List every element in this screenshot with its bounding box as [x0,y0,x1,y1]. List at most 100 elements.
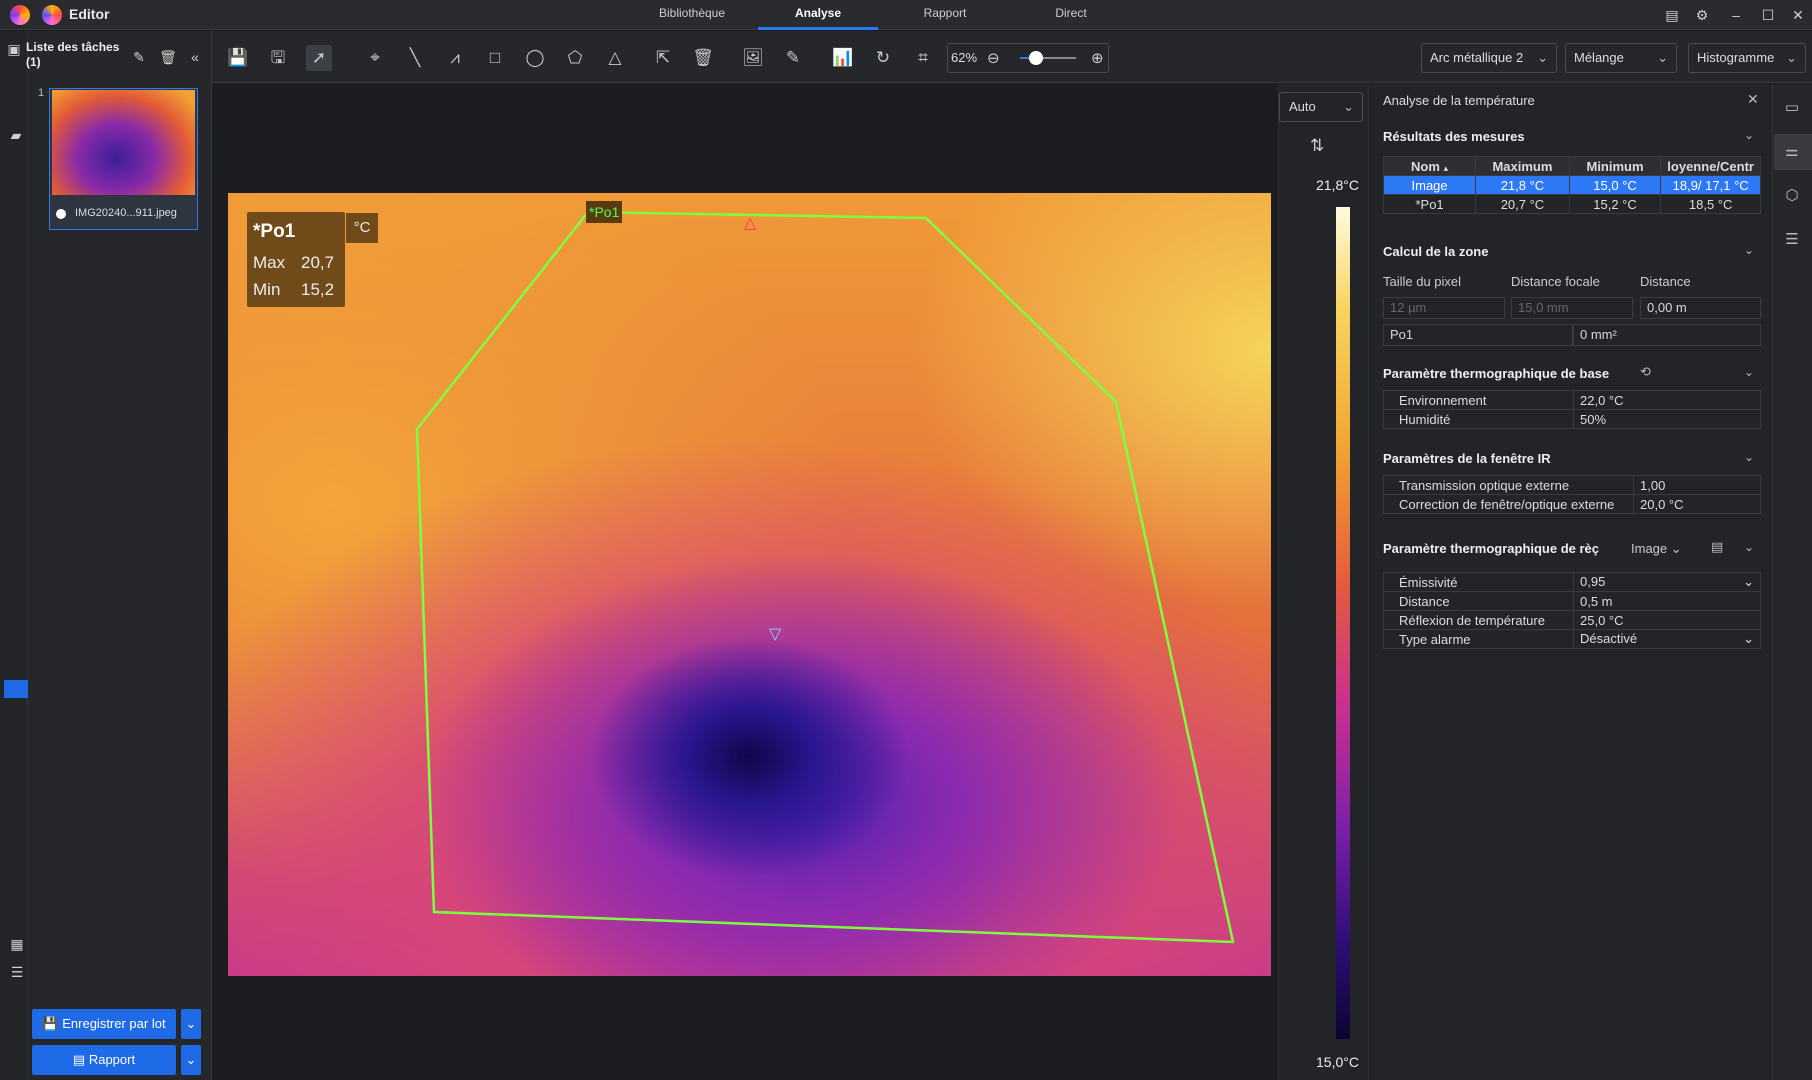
copy-params-icon[interactable]: ▤ [1711,539,1723,555]
zoom-slider-handle[interactable] [1029,51,1043,65]
param-value[interactable]: 0,5 m [1573,591,1761,611]
info-max-value: 20,7 [301,253,335,272]
ellipse-tool-icon[interactable]: ◯ [522,45,548,71]
table-row: Humidité 50% [1383,409,1761,429]
collapse-zone-icon[interactable]: ⌄ [1744,243,1754,257]
table-row: Environnement 22,0 °C [1383,390,1761,410]
tab-analyse[interactable]: Analyse [758,0,878,30]
image-info-icon[interactable]: ▭ [1783,98,1801,116]
delete-shape-icon[interactable]: 🗑 [690,45,716,71]
close-panel-icon[interactable]: ✕ [1747,91,1759,108]
polygon-tool-icon[interactable]: ⬠ [562,45,588,71]
pixel-size-field[interactable]: 12 µm [1383,297,1505,319]
alarm-type-select[interactable]: Désactivé ⌄ [1573,629,1761,649]
param-value[interactable]: 50% [1573,409,1761,429]
unit-label[interactable]: °C [346,213,378,243]
basic-params-title: Paramètre thermographique de base [1383,366,1610,381]
cell-name: *Po1 [1382,194,1477,214]
palette-dropdown[interactable]: Arc métallique 2 ⌄ [1421,43,1557,73]
image-edit-icon[interactable]: 🖼 [740,45,766,71]
table-row[interactable]: *Po1 20,7 °C 15,2 °C 18,5 °C [1382,194,1761,214]
panel-title: Analyse de la température [1383,93,1535,108]
edit-list-icon[interactable]: ✎ [130,48,148,66]
scale-mode-dropdown[interactable]: Auto ⌄ [1279,92,1363,122]
param-label: Réflexion de température [1383,610,1574,630]
close-window-icon[interactable]: ✕ [1789,6,1807,24]
tab-bibliotheque[interactable]: Bibliothèque [632,0,752,30]
thermal-image[interactable] [228,193,1271,976]
table-row: Type alarme Désactivé ⌄ [1383,629,1761,649]
col-moyenne[interactable]: loyenne/Centr [1660,156,1761,176]
collapse-panel-icon[interactable]: « [186,48,204,66]
left-strip-indicator [4,680,28,698]
param-label: Émissivité [1383,572,1574,592]
param-value[interactable]: 25,0 °C [1573,610,1761,630]
zoom-out-icon[interactable]: ⊖ [987,49,1000,67]
triangle-tool-icon[interactable]: △ [602,45,628,71]
point-tool-icon[interactable]: ⌖ [362,45,388,71]
thermal-thumbnail[interactable] [52,90,195,195]
col-nom[interactable]: Nom ▴ [1382,156,1477,176]
select-shape-icon[interactable]: ⇱ [650,45,676,71]
chart-icon[interactable]: 📊 [830,45,856,71]
scale-adjust-icon[interactable]: ⇅ [1310,136,1324,156]
cell-max: 20,7 °C [1475,194,1570,214]
tab-rapport[interactable]: Rapport [885,0,1005,30]
col-minimum[interactable]: Minimum [1568,156,1662,176]
rectangle-tool-icon[interactable]: □ [482,45,508,71]
folder-icon[interactable]: ▰ [7,126,25,144]
gallery-icon[interactable]: ▦ [8,935,26,953]
min-temp-marker-icon: ▽ [769,626,782,643]
polyline-tool-icon[interactable]: ⩘ [442,45,468,71]
title-bar: Editor Bibliothèque Analyse Rapport Dire… [0,0,1812,30]
batch-save-dropdown[interactable]: ⌄ [181,1009,201,1039]
roi-tag[interactable]: *Po1 [586,201,623,223]
reset-icon[interactable]: ⟲ [1640,364,1651,380]
target-dropdown[interactable]: Image ⌄ [1631,541,1682,557]
scale-mode-value: Auto [1289,99,1316,114]
report-button[interactable]: ▤ Rapport [32,1045,176,1075]
annotate-icon[interactable]: ✎ [780,45,806,71]
col-maximum[interactable]: Maximum [1475,156,1570,176]
save-icon[interactable]: 💾 [225,45,251,71]
notes-icon[interactable]: ▤ [1663,6,1681,24]
task-list-icon[interactable]: ▣ [5,40,23,58]
param-value[interactable]: 1,00 [1633,475,1761,495]
minimize-icon[interactable]: – [1727,6,1745,24]
crop-icon[interactable]: ⌗ [910,45,936,71]
table-row[interactable]: Image 21,8 °C 15,0 °C 18,9/ 17,1 °C [1382,175,1761,195]
zoom-in-icon[interactable]: ⊕ [1091,49,1104,67]
3d-cube-icon[interactable]: ⬡ [1783,186,1801,204]
settings-gear-icon[interactable]: ⚙ [1693,6,1711,24]
blend-dropdown[interactable]: Mélange ⌄ [1565,43,1677,73]
collapse-results-icon[interactable]: ⌄ [1744,128,1754,142]
tab-direct[interactable]: Direct [1011,0,1131,30]
color-scale-bar[interactable] [1336,207,1350,1039]
batch-save-button[interactable]: 💾 Enregistrer par lot [32,1009,176,1039]
distance-field[interactable]: 0,00 m [1640,297,1761,319]
pointer-tool-icon[interactable]: ➚ [306,45,332,71]
maximize-icon[interactable]: ☐ [1759,6,1777,24]
report-dropdown[interactable]: ⌄ [181,1045,201,1075]
regional-params-table: Émissivité 0,95 ⌄ Distance 0,5 m Réflexion … [1383,572,1761,649]
collapse-regional-icon[interactable]: ⌄ [1744,540,1754,554]
param-value[interactable]: 22,0 °C [1573,390,1761,410]
param-value[interactable]: 20,0 °C [1633,494,1761,514]
list-view-icon[interactable]: ☰ [8,963,26,981]
info-min-label: Min [253,280,281,299]
analysis-sliders-icon[interactable]: ⚌ [1783,142,1801,160]
emissivity-select[interactable]: 0,95 ⌄ [1573,572,1761,592]
basic-params-table: Environnement 22,0 °C Humidité 50% [1383,390,1761,429]
line-tool-icon[interactable]: ╲ [402,45,428,71]
collapse-ir-icon[interactable]: ⌄ [1744,450,1754,464]
zone-section-title: Calcul de la zone [1383,244,1489,259]
color-scale-panel [1278,84,1369,1080]
rotate-90-icon[interactable]: ↻ [870,45,896,71]
save-as-icon[interactable]: 🖫 [265,45,291,71]
histogram-dropdown[interactable]: Histogramme ⌄ [1688,43,1806,73]
delete-icon[interactable]: 🗑 [159,48,177,66]
focal-length-field[interactable]: 15,0 mm [1511,297,1633,319]
notes-panel-icon[interactable]: ☰ [1783,230,1801,248]
collapse-basic-icon[interactable]: ⌄ [1744,365,1754,379]
select-radio[interactable] [56,209,66,219]
